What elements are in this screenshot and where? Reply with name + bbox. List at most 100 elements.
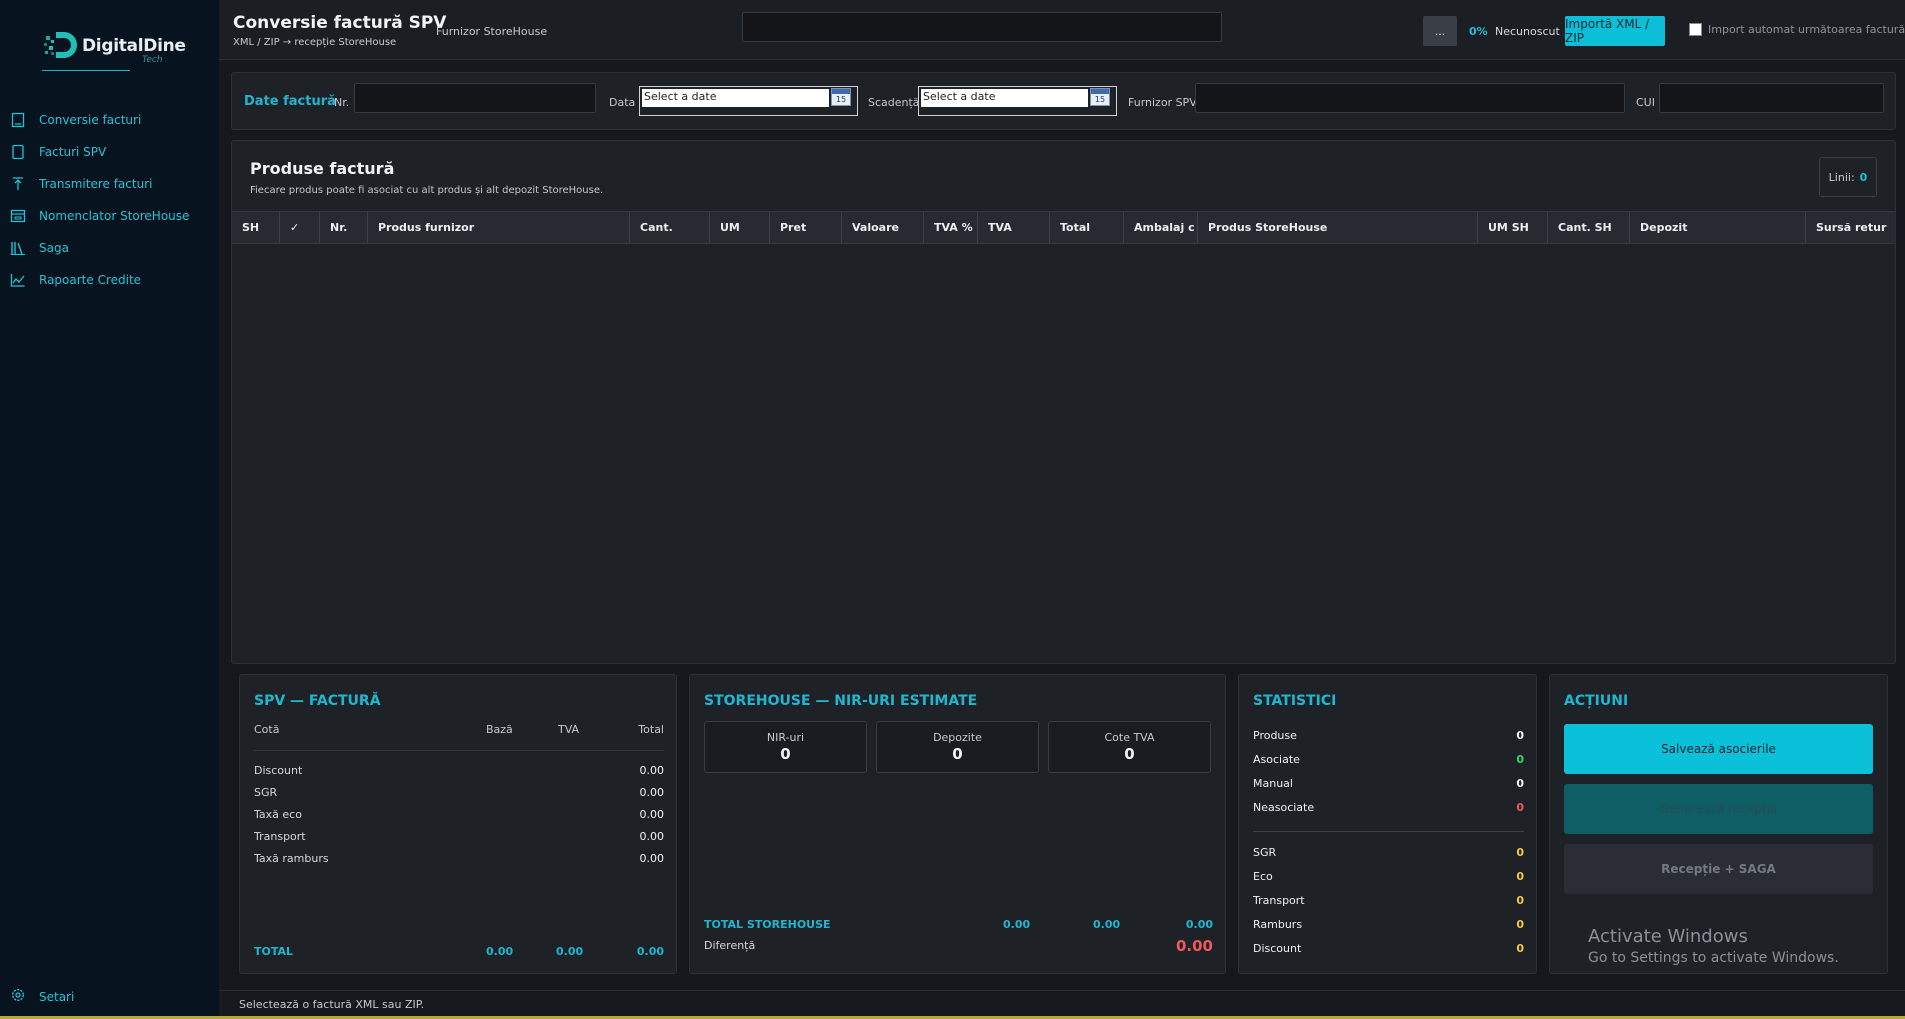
lines-label: Linii: xyxy=(1828,170,1855,184)
invoice-data-panel: Date factură Nr. Data Select a date 15 S… xyxy=(231,72,1896,130)
invoice-nr-input[interactable] xyxy=(354,83,596,113)
col-sursa-retur[interactable]: Sursă retur xyxy=(1806,212,1895,243)
col-um-sh[interactable]: UM SH xyxy=(1478,212,1548,243)
status-bar-text: Selectează o factură XML sau ZIP. xyxy=(239,998,425,1011)
col-depozit[interactable]: Depozit xyxy=(1630,212,1806,243)
invoice-section-title: Date factură xyxy=(244,94,336,109)
spv-row-ramburs: Taxă ramburs 0.00 xyxy=(254,852,664,865)
sidebar-item-label: Facturi SPV xyxy=(39,145,107,159)
products-title: Produse factură xyxy=(250,159,395,178)
col-cant[interactable]: Cant. xyxy=(630,212,710,243)
products-subtitle: Fiecare produs poate fi asociat cu alt p… xyxy=(250,185,604,196)
invoice-date-label: Data xyxy=(609,96,636,109)
col-ambalaj[interactable]: Ambalaj c xyxy=(1124,212,1198,243)
stat-sgr: SGR 0 xyxy=(1253,846,1524,859)
sidebar: DigitalDine Tech Conversie facturi Factu… xyxy=(0,0,219,1019)
col-total[interactable]: Total xyxy=(1050,212,1124,243)
spv-invoice-panel: SPV — FACTURĂ Cotă Bază TVA Total Discou… xyxy=(239,674,677,974)
status-text: Necunoscut xyxy=(1495,25,1560,38)
sidebar-item-transmitere[interactable]: Transmitere facturi xyxy=(0,168,219,200)
upload-icon xyxy=(10,176,26,192)
invoice-date-text: Select a date xyxy=(642,89,829,107)
cui-label: CUI xyxy=(1636,96,1655,109)
supplier-storehouse-input[interactable] xyxy=(742,12,1222,42)
col-tva-pct[interactable]: TVA % xyxy=(924,212,978,243)
reception-saga-button[interactable]: Recepție + SAGA xyxy=(1564,844,1873,894)
sidebar-nav: Conversie facturi Facturi SPV Transmiter… xyxy=(0,104,219,296)
stat-manual: Manual 0 xyxy=(1253,777,1524,790)
cui-input[interactable] xyxy=(1659,83,1884,113)
nir-count-box: NIR-uri 0 xyxy=(704,721,867,773)
col-check[interactable]: ✓ xyxy=(280,212,320,243)
page-title: Conversie factură SPV xyxy=(233,13,447,33)
due-date-text: Select a date xyxy=(921,89,1088,107)
auto-import-label: Import automat următoarea factură xyxy=(1708,23,1905,36)
spv-row-discount: Discount 0.00 xyxy=(254,764,664,777)
sidebar-item-conversie[interactable]: Conversie facturi xyxy=(0,104,219,136)
calendar-icon[interactable]: 15 xyxy=(831,88,851,106)
calendar-icon[interactable]: 15 xyxy=(1090,88,1110,106)
sidebar-item-settings[interactable]: Setari xyxy=(10,987,74,1007)
actions-title: ACȚIUNI xyxy=(1564,693,1629,709)
sidebar-item-label: Nomenclator StoreHouse xyxy=(39,209,190,223)
settings-label: Setari xyxy=(39,990,75,1004)
col-valoare[interactable]: Valoare xyxy=(842,212,924,243)
import-xml-zip-button[interactable]: Importă XML / ZIP xyxy=(1565,16,1665,46)
brand-name: DigitalDine xyxy=(82,36,186,56)
col-nr[interactable]: Nr. xyxy=(320,212,368,243)
spv-title: SPV — FACTURĂ xyxy=(254,693,381,709)
divider xyxy=(254,750,664,751)
difference-value: 0.00 xyxy=(1175,937,1213,955)
sidebar-item-label: Saga xyxy=(39,241,69,255)
sidebar-item-label: Rapoarte Credite xyxy=(39,273,142,287)
statistics-panel: STATISTICI Produse 0 Asociate 0 Manual 0 Ne… xyxy=(1238,674,1537,974)
col-sh[interactable]: SH xyxy=(232,212,280,243)
sidebar-item-nomenclator[interactable]: Nomenclator StoreHouse xyxy=(0,200,219,232)
logo-icon xyxy=(44,32,77,58)
storehouse-nir-panel: STOREHOUSE — NIR-URI ESTIMATE NIR-uri 0 D… xyxy=(689,674,1226,974)
more-button[interactable]: ... xyxy=(1423,16,1457,46)
col-pret[interactable]: Pret xyxy=(770,212,842,243)
invoice-date-picker[interactable]: Select a date 15 xyxy=(639,86,858,116)
storehouse-title: STOREHOUSE — NIR-URI ESTIMATE xyxy=(704,693,978,709)
auto-import-checkbox[interactable] xyxy=(1689,23,1702,36)
spv-col-tva: TVA xyxy=(558,723,580,736)
col-produs-furnizor[interactable]: Produs furnizor xyxy=(368,212,630,243)
col-produs-storehouse[interactable]: Produs StoreHouse xyxy=(1198,212,1478,243)
cote-tva-box: Cote TVA 0 xyxy=(1048,721,1211,773)
books-icon xyxy=(10,240,26,256)
stat-asociate: Asociate 0 xyxy=(1253,753,1524,766)
lines-value: 0 xyxy=(1859,170,1868,184)
gear-icon xyxy=(10,987,26,1007)
generate-reception-button[interactable]: Generează recepția xyxy=(1564,784,1873,834)
products-panel: Produse factură Fiecare produs poate fi … xyxy=(231,140,1896,664)
sidebar-item-facturi-spv[interactable]: Facturi SPV xyxy=(0,136,219,168)
spv-col-cota: Cotă xyxy=(254,723,280,736)
windows-watermark-subtitle: Go to Settings to activate Windows. xyxy=(1588,950,1839,966)
status-bar: Selectează o factură XML sau ZIP. xyxy=(219,990,1905,1019)
sidebar-item-rapoarte[interactable]: Rapoarte Credite xyxy=(0,264,219,296)
col-um[interactable]: UM xyxy=(710,212,770,243)
brand-sub: Tech xyxy=(142,55,163,65)
depozite-count-box: Depozite 0 xyxy=(876,721,1039,773)
spv-supplier-label: Furnizor SPV xyxy=(1128,96,1197,109)
due-date-picker[interactable]: Select a date 15 xyxy=(918,86,1117,116)
save-associations-button[interactable]: Salvează asocierile xyxy=(1564,724,1873,774)
warehouse-icon xyxy=(10,208,26,224)
spv-col-baza: Bază xyxy=(486,723,513,736)
col-cant-sh[interactable]: Cant. SH xyxy=(1548,212,1630,243)
spv-supplier-input[interactable] xyxy=(1195,83,1625,113)
windows-watermark-title: Activate Windows xyxy=(1588,926,1748,947)
invoice-nr-label: Nr. xyxy=(334,96,350,109)
difference-row: Diferență 0.00 xyxy=(704,937,1213,955)
stat-ramburs: Ramburs 0 xyxy=(1253,918,1524,931)
col-tva[interactable]: TVA xyxy=(978,212,1050,243)
supplier-storehouse-label: Furnizor StoreHouse xyxy=(436,25,548,38)
stat-discount: Discount 0 xyxy=(1253,942,1524,955)
document-icon xyxy=(10,112,26,128)
sidebar-item-label: Conversie facturi xyxy=(39,113,142,127)
spv-row-eco: Taxă eco 0.00 xyxy=(254,808,664,821)
stat-eco: Eco 0 xyxy=(1253,870,1524,883)
due-date-label: Scadență xyxy=(868,96,920,109)
sidebar-item-saga[interactable]: Saga xyxy=(0,232,219,264)
